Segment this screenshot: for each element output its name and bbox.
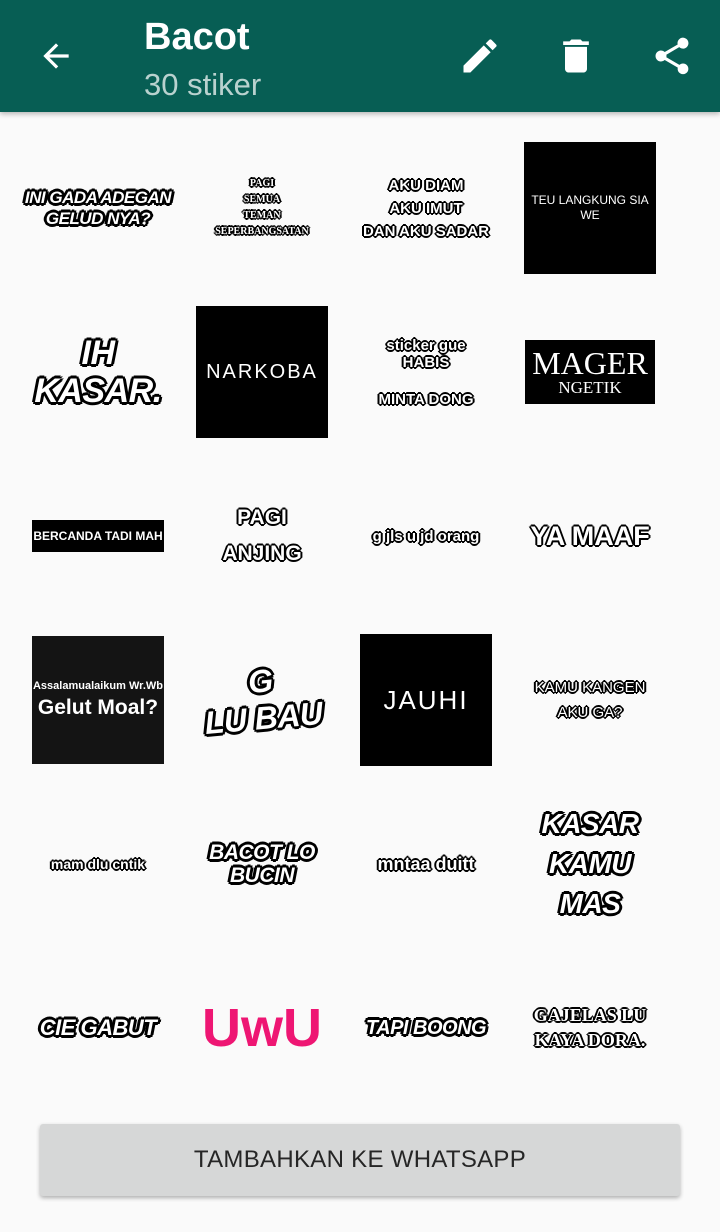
sticker-17[interactable]: mam dlu cntik xyxy=(16,782,180,946)
sticker-3[interactable]: AKU DIAM AKU IMUT DAN AKU SADAR xyxy=(344,126,508,290)
sticker-text: BERCANDA TADI MAH xyxy=(32,520,164,552)
add-to-whatsapp-button[interactable]: TAMBAHKAN KE WHATSAPP xyxy=(40,1124,680,1196)
sticker-group: G LU BAU xyxy=(200,658,324,742)
sticker-text: LU BAU xyxy=(203,694,324,741)
sticker-text: CIE GABUT xyxy=(39,1015,157,1040)
sticker-text: GAJELAS LU KAYA DORA. xyxy=(533,1005,647,1050)
sticker-2[interactable]: PAGI SEMUA TEMAN SEPERBANGSATAN xyxy=(180,126,344,290)
edit-button[interactable] xyxy=(444,20,516,92)
sticker-count: 30 stiker xyxy=(144,67,262,102)
sticker-15[interactable]: JAUHI xyxy=(344,618,508,782)
sticker-text: UwU xyxy=(202,998,322,1058)
sticker-text: mam dlu cntik xyxy=(50,856,146,872)
arrow-left-icon xyxy=(43,43,69,69)
sticker-11[interactable]: g jls u jd orang xyxy=(344,454,508,618)
sticker-10[interactable]: PAGI ANJING xyxy=(180,454,344,618)
sticker-12[interactable]: YA MAAF xyxy=(508,454,672,618)
sticker-text: YA MAAF xyxy=(530,520,650,551)
sticker-text: NARKOBA xyxy=(196,306,328,438)
sticker-16[interactable]: KAMU KANGEN AKU GA? xyxy=(508,618,672,782)
sticker-text: PAGI ANJING xyxy=(222,506,302,565)
sticker-group: sticker gue HABIS MINTA DONG xyxy=(379,337,474,408)
sticker-24[interactable]: GAJELAS LU KAYA DORA. xyxy=(508,946,672,1110)
sticker-text: INI GADA ADEGAN GELUD NYA? xyxy=(24,188,172,228)
share-icon xyxy=(655,37,689,75)
back-button[interactable] xyxy=(20,20,92,92)
sticker-text: g jls u jd orang xyxy=(372,527,480,545)
delete-button[interactable] xyxy=(540,20,612,92)
sticker-13[interactable]: Assalamualaikum Wr.Wb Gelut Moal? xyxy=(16,618,180,782)
share-button[interactable] xyxy=(636,20,708,92)
sticker-text: sticker gue HABIS xyxy=(386,336,466,371)
sticker-8[interactable]: MAGER NGETIK xyxy=(508,290,672,454)
sticker-18[interactable]: BACOT LO BUCIN xyxy=(180,782,344,946)
sticker-text: KAMU KANGEN AKU GA? xyxy=(534,679,646,721)
sticker-6[interactable]: NARKOBA xyxy=(180,290,344,454)
page-title: Bacot xyxy=(144,16,250,58)
sticker-14[interactable]: G LU BAU xyxy=(180,618,344,782)
sticker-20[interactable]: KASAR KAMU MAS xyxy=(508,782,672,946)
sticker-grid: INI GADA ADEGAN GELUD NYA? PAGI SEMUA TE… xyxy=(16,126,704,1110)
sticker-7[interactable]: sticker gue HABIS MINTA DONG xyxy=(344,290,508,454)
sticker-text: MAGER xyxy=(532,345,648,381)
sticker-text: AKU DIAM AKU IMUT DAN AKU SADAR xyxy=(362,176,490,240)
sticker-4[interactable]: TEU LANGKUNG SIA WE xyxy=(508,126,672,290)
sticker-1[interactable]: INI GADA ADEGAN GELUD NYA? xyxy=(16,126,180,290)
sticker-text: PAGI SEMUA TEMAN SEPERBANGSATAN xyxy=(215,178,309,237)
sticker-text: Gelut Moal? xyxy=(37,696,159,719)
sticker-22[interactable]: UwU xyxy=(180,946,344,1110)
sticker-text: MINTA DONG xyxy=(378,390,474,408)
sticker-text: Assalamualaikum Wr.Wb xyxy=(32,680,163,692)
sticker-text: JAUHI xyxy=(360,634,492,766)
sticker-text: IH KASAR. xyxy=(34,334,162,410)
sticker-text: mntaa duitt xyxy=(377,853,475,874)
sticker-group: MAGER NGETIK xyxy=(525,340,655,404)
sticker-text: KASAR KAMU MAS xyxy=(541,808,639,919)
sticker-9[interactable]: BERCANDA TADI MAH xyxy=(16,454,180,618)
app-bar: Bacot 30 stiker xyxy=(0,0,720,112)
sticker-text: NGETIK xyxy=(558,378,622,397)
sticker-text: BACOT LO BUCIN xyxy=(209,841,315,887)
sticker-19[interactable]: mntaa duitt xyxy=(344,782,508,946)
sticker-5[interactable]: IH KASAR. xyxy=(16,290,180,454)
sticker-group: Assalamualaikum Wr.Wb Gelut Moal? xyxy=(32,636,164,764)
sticker-23[interactable]: TAPI BOONG xyxy=(344,946,508,1110)
sticker-text: G xyxy=(246,662,275,701)
trash-icon xyxy=(563,39,589,73)
sticker-21[interactable]: CIE GABUT xyxy=(16,946,180,1110)
sticker-text: TAPI BOONG xyxy=(365,1016,487,1039)
pencil-icon xyxy=(463,39,497,73)
sticker-text: TEU LANGKUNG SIA WE xyxy=(524,142,656,274)
